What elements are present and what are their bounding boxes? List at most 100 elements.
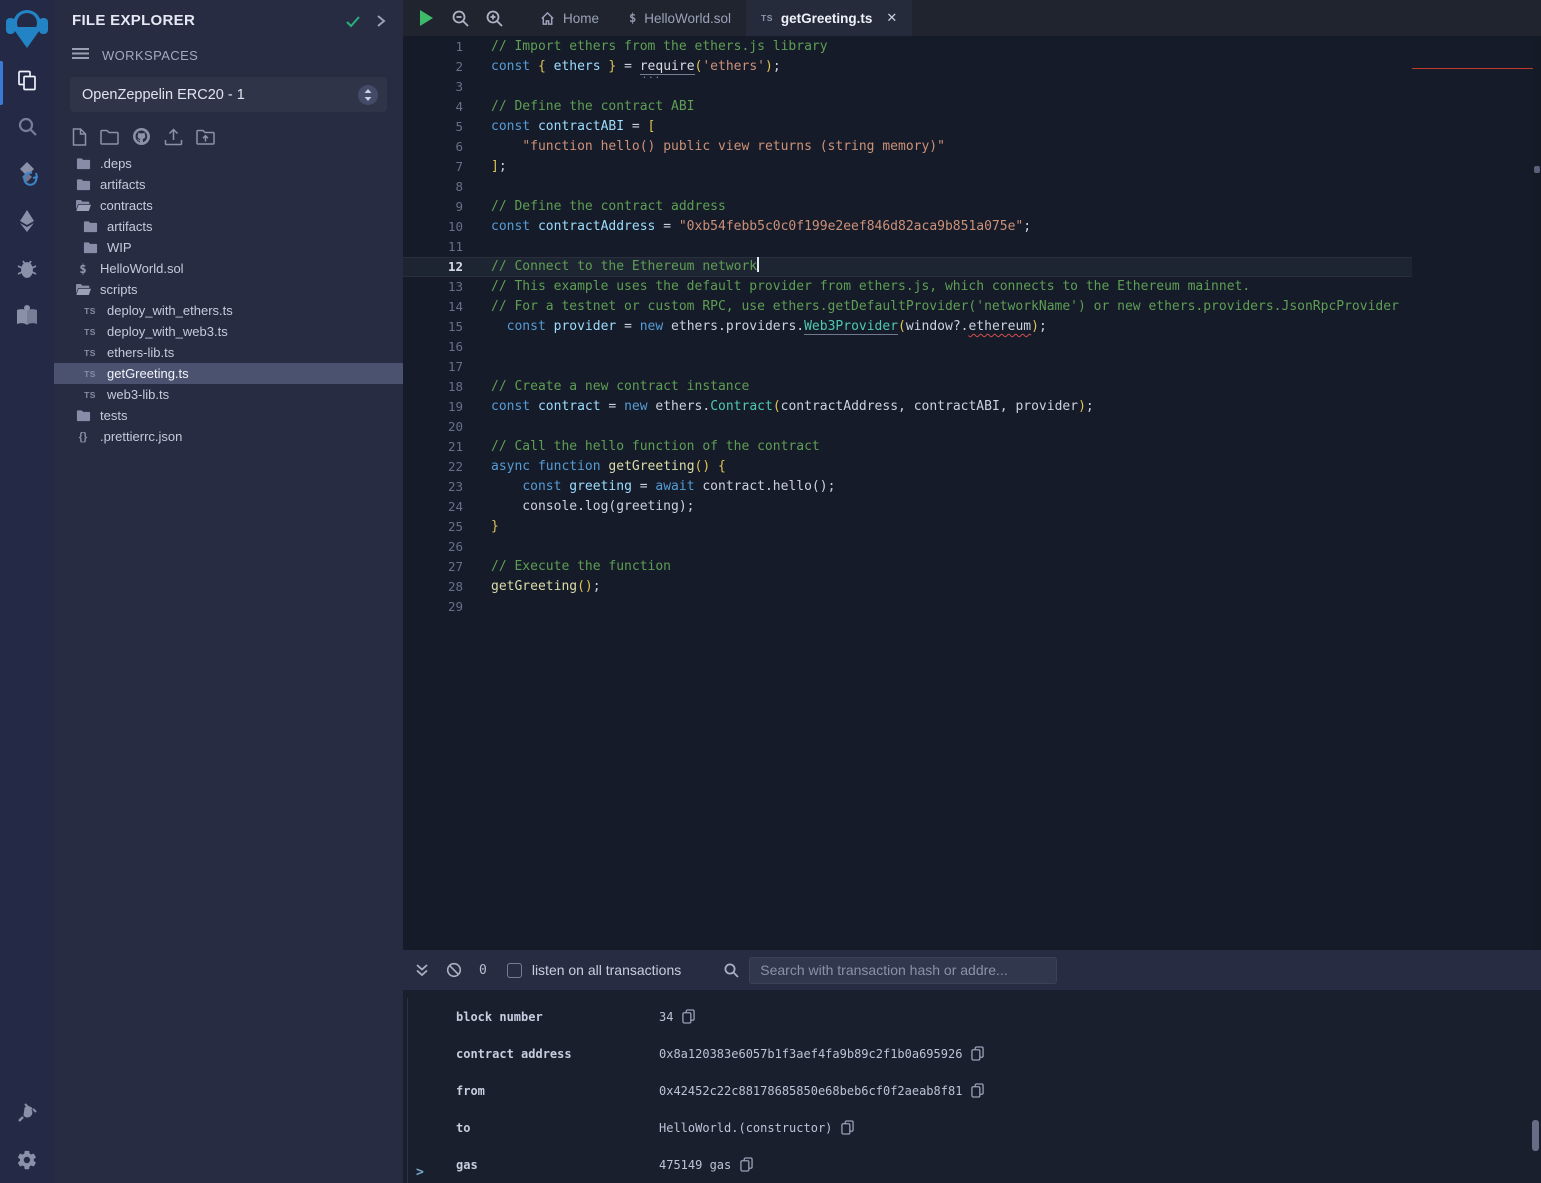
- tree-item-label: web3-lib.ts: [107, 387, 169, 402]
- check-icon[interactable]: [345, 14, 361, 28]
- tree-item-deploy-with-web3-ts[interactable]: TSdeploy_with_web3.ts: [54, 321, 403, 342]
- tab-home[interactable]: Home: [525, 0, 614, 36]
- editor-scrollbar-thumb[interactable]: [1534, 166, 1540, 173]
- tx-detail-value: HelloWorld.(constructor): [659, 1121, 832, 1135]
- transaction-details: block number34contract address0x8a120383…: [407, 998, 1541, 1183]
- tree-item-deploy-with-ethers-ts[interactable]: TSdeploy_with_ethers.ts: [54, 300, 403, 321]
- plugin-manager-icon[interactable]: [0, 1089, 54, 1136]
- tree-item-label: ethers-lib.ts: [107, 345, 174, 360]
- line-number: 18: [403, 377, 463, 397]
- line-number: 15: [403, 317, 463, 337]
- tree-item-getgreeting-ts[interactable]: TSgetGreeting.ts: [54, 363, 403, 384]
- remix-logo-icon[interactable]: [0, 0, 54, 56]
- zoom-out-icon[interactable]: [443, 0, 477, 36]
- tree-item-label: contracts: [100, 198, 153, 213]
- solidity-compiler-icon[interactable]: [0, 150, 54, 197]
- workspace-select[interactable]: OpenZeppelin ERC20 - 1: [70, 77, 387, 112]
- copy-icon[interactable]: [971, 1046, 984, 1061]
- expand-terminal-icon[interactable]: [415, 963, 429, 977]
- tree-item-helloworld-sol[interactable]: $HelloWorld.sol: [54, 258, 403, 279]
- copy-icon[interactable]: [971, 1083, 984, 1098]
- code-editor[interactable]: 1// Import ethers from the ethers.js lib…: [403, 36, 1541, 950]
- debugger-icon[interactable]: [0, 244, 54, 291]
- run-script-icon[interactable]: [409, 0, 443, 36]
- code-line-13: 13// This example uses the default provi…: [403, 277, 1412, 297]
- tree-item--deps[interactable]: .deps: [54, 153, 403, 174]
- code-lines: 1// Import ethers from the ethers.js lib…: [403, 37, 1541, 617]
- file-explorer-icon[interactable]: [0, 56, 54, 103]
- line-number: 12: [403, 257, 463, 277]
- line-number: 7: [403, 157, 463, 177]
- tx-detail-value: 34: [659, 1010, 673, 1024]
- minimap[interactable]: [1412, 37, 1533, 100]
- tree-item-scripts[interactable]: scripts: [54, 279, 403, 300]
- tree-item-label: .deps: [100, 156, 132, 171]
- code-line-5: 5const contractABI = [: [403, 117, 1412, 137]
- upload-folder-icon[interactable]: [196, 129, 215, 145]
- terminal-scrollbar-thumb[interactable]: [1532, 1120, 1539, 1151]
- upload-file-icon[interactable]: [164, 128, 183, 146]
- tree-item-artifacts[interactable]: artifacts: [54, 216, 403, 237]
- file-explorer-panel: FILE EXPLORER WORKSPACES OpenZeppelin ER…: [54, 0, 403, 1183]
- terminal-output: block number34contract address0x8a120383…: [403, 990, 1541, 1183]
- typescript-file-icon: TS: [84, 327, 96, 337]
- chevron-right-icon[interactable]: [375, 14, 387, 28]
- tx-detail-row-contract-address: contract address0x8a120383e6057b1f3aef4f…: [408, 1035, 1541, 1072]
- terminal-toolbar: 0 listen on all transactions: [403, 950, 1541, 990]
- new-folder-icon[interactable]: [100, 129, 119, 145]
- deploy-run-icon[interactable]: [0, 197, 54, 244]
- typescript-file-icon: TS: [84, 369, 96, 379]
- line-number: 29: [403, 597, 463, 617]
- tree-item--prettierrc-json[interactable]: {}.prettierrc.json: [54, 426, 403, 447]
- code-line-26: 26: [403, 537, 1412, 557]
- close-tab-icon[interactable]: ✕: [886, 10, 897, 26]
- tab-getgreeting-ts[interactable]: TS getGreeting.ts ✕: [746, 0, 912, 36]
- workspaces-label: WORKSPACES: [102, 48, 198, 63]
- search-icon[interactable]: [0, 103, 54, 150]
- line-number: 10: [403, 217, 463, 237]
- tree-item-contracts[interactable]: contracts: [54, 195, 403, 216]
- code-line-9: 9// Define the contract address: [403, 197, 1412, 217]
- code-line-15: 15 const provider = new ethers.providers…: [403, 317, 1412, 337]
- terminal-prompt[interactable]: >: [416, 1165, 424, 1180]
- code-line-11: 11: [403, 237, 1412, 257]
- settings-gear-icon[interactable]: [0, 1136, 54, 1183]
- tx-detail-value: 0x8a120383e6057b1f3aef4fa9b89c2f1b0a6959…: [659, 1047, 962, 1061]
- tab-helloworld-sol[interactable]: $ HelloWorld.sol: [614, 0, 746, 36]
- tree-item-wip[interactable]: WIP: [54, 237, 403, 258]
- typescript-file-icon: TS: [84, 348, 96, 358]
- clear-console-icon[interactable]: [446, 962, 462, 978]
- json-file-icon: {}: [79, 431, 88, 443]
- code-line-29: 29: [403, 597, 1412, 617]
- line-number: 24: [403, 497, 463, 517]
- tx-detail-row-to: toHelloWorld.(constructor): [408, 1109, 1541, 1146]
- editor-scrollbar[interactable]: [1533, 36, 1541, 950]
- line-number: 17: [403, 357, 463, 377]
- tx-detail-value: 475149 gas: [659, 1158, 731, 1172]
- code-line-16: 16: [403, 337, 1412, 357]
- home-icon: [540, 11, 555, 26]
- code-line-4: 4// Define the contract ABI: [403, 97, 1412, 117]
- copy-icon[interactable]: [740, 1157, 753, 1172]
- learneth-icon[interactable]: [0, 291, 54, 338]
- listen-transactions-checkbox[interactable]: [507, 963, 522, 978]
- tree-item-ethers-lib-ts[interactable]: TS ethers-lib.ts: [54, 342, 403, 363]
- tree-item-web3-lib-ts[interactable]: TSweb3-lib.ts: [54, 384, 403, 405]
- line-number: 23: [403, 477, 463, 497]
- line-number: 1: [403, 37, 463, 57]
- hamburger-menu-icon[interactable]: [72, 47, 89, 63]
- github-icon[interactable]: [132, 127, 151, 146]
- tree-item-label: tests: [100, 408, 127, 423]
- listen-transactions-label: listen on all transactions: [532, 962, 681, 978]
- copy-icon[interactable]: [682, 1009, 695, 1024]
- tree-item-tests[interactable]: tests: [54, 405, 403, 426]
- terminal-search-input[interactable]: [749, 957, 1057, 984]
- active-plugin-indicator: [0, 61, 3, 105]
- line-number: 19: [403, 397, 463, 417]
- zoom-in-icon[interactable]: [477, 0, 511, 36]
- line-number: 20: [403, 417, 463, 437]
- new-file-icon[interactable]: [72, 128, 87, 146]
- copy-icon[interactable]: [841, 1120, 854, 1135]
- editor-tab-bar: Home $ HelloWorld.sol TS getGreeting.ts …: [403, 0, 1541, 36]
- tree-item-artifacts[interactable]: artifacts: [54, 174, 403, 195]
